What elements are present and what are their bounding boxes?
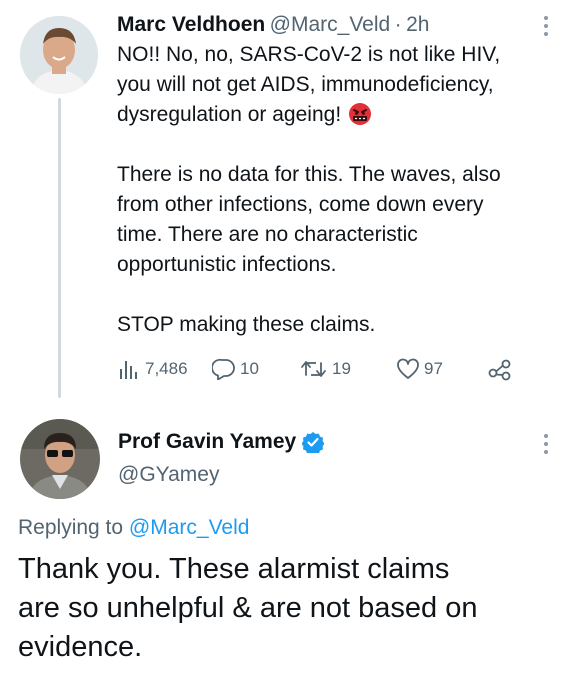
verified-badge-icon <box>302 432 325 453</box>
retweet-count: 19 <box>332 359 351 378</box>
heart-icon <box>397 358 419 379</box>
views-count: 7,486 <box>145 359 188 378</box>
retweet-icon <box>301 361 326 377</box>
author-handle[interactable]: @Marc_Veld <box>270 13 391 36</box>
tweet1-body-2: There is no data for this. The waves, al… <box>117 163 501 336</box>
like-count: 97 <box>424 359 443 378</box>
thread-connector-line <box>58 98 61 398</box>
tweet1-body: NO!! No, no, SARS-CoV-2 is not like HIV,… <box>117 40 557 134</box>
tweet1-text: NO!! No, no, SARS-CoV-2 is not like HIV,… <box>117 43 501 126</box>
views-metric[interactable]: 7,486 <box>117 358 188 380</box>
author-handle[interactable]: @GYamey <box>118 463 219 487</box>
author-name[interactable]: Marc Veldhoen <box>117 13 265 36</box>
share-icon <box>488 359 511 381</box>
tweet2-text: Thank you. These alarmist claims are so … <box>18 553 478 663</box>
retweet-button[interactable]: 19 <box>300 358 351 380</box>
like-button[interactable]: 97 <box>396 358 443 380</box>
tweet1-header: Marc Veldhoen @Marc_Veld · 2h <box>117 13 429 37</box>
replying-to: Replying to @Marc_Veld <box>18 516 249 540</box>
tweet-time[interactable]: 2h <box>406 13 429 36</box>
replying-to-label: Replying to <box>18 516 124 539</box>
dot-separator: · <box>394 13 402 36</box>
reply-button[interactable]: 10 <box>212 358 259 380</box>
more-options-icon[interactable] <box>540 432 552 458</box>
angry-face-with-symbols-icon <box>349 103 372 134</box>
avatar-gavin-yamey[interactable] <box>20 419 100 499</box>
tweet2-name-row: Prof Gavin Yamey <box>118 430 325 454</box>
profile-photo-icon <box>20 419 100 499</box>
reply-count: 10 <box>240 359 259 378</box>
more-options-icon[interactable] <box>540 14 552 40</box>
author-name[interactable]: Prof Gavin Yamey <box>118 430 296 454</box>
profile-photo-icon <box>20 16 98 94</box>
analytics-icon <box>120 361 137 379</box>
share-button[interactable] <box>487 357 513 386</box>
avatar-marc-veldhoen[interactable] <box>20 16 98 94</box>
replying-to-handle[interactable]: @Marc_Veld <box>129 516 250 539</box>
reply-icon <box>212 358 235 380</box>
